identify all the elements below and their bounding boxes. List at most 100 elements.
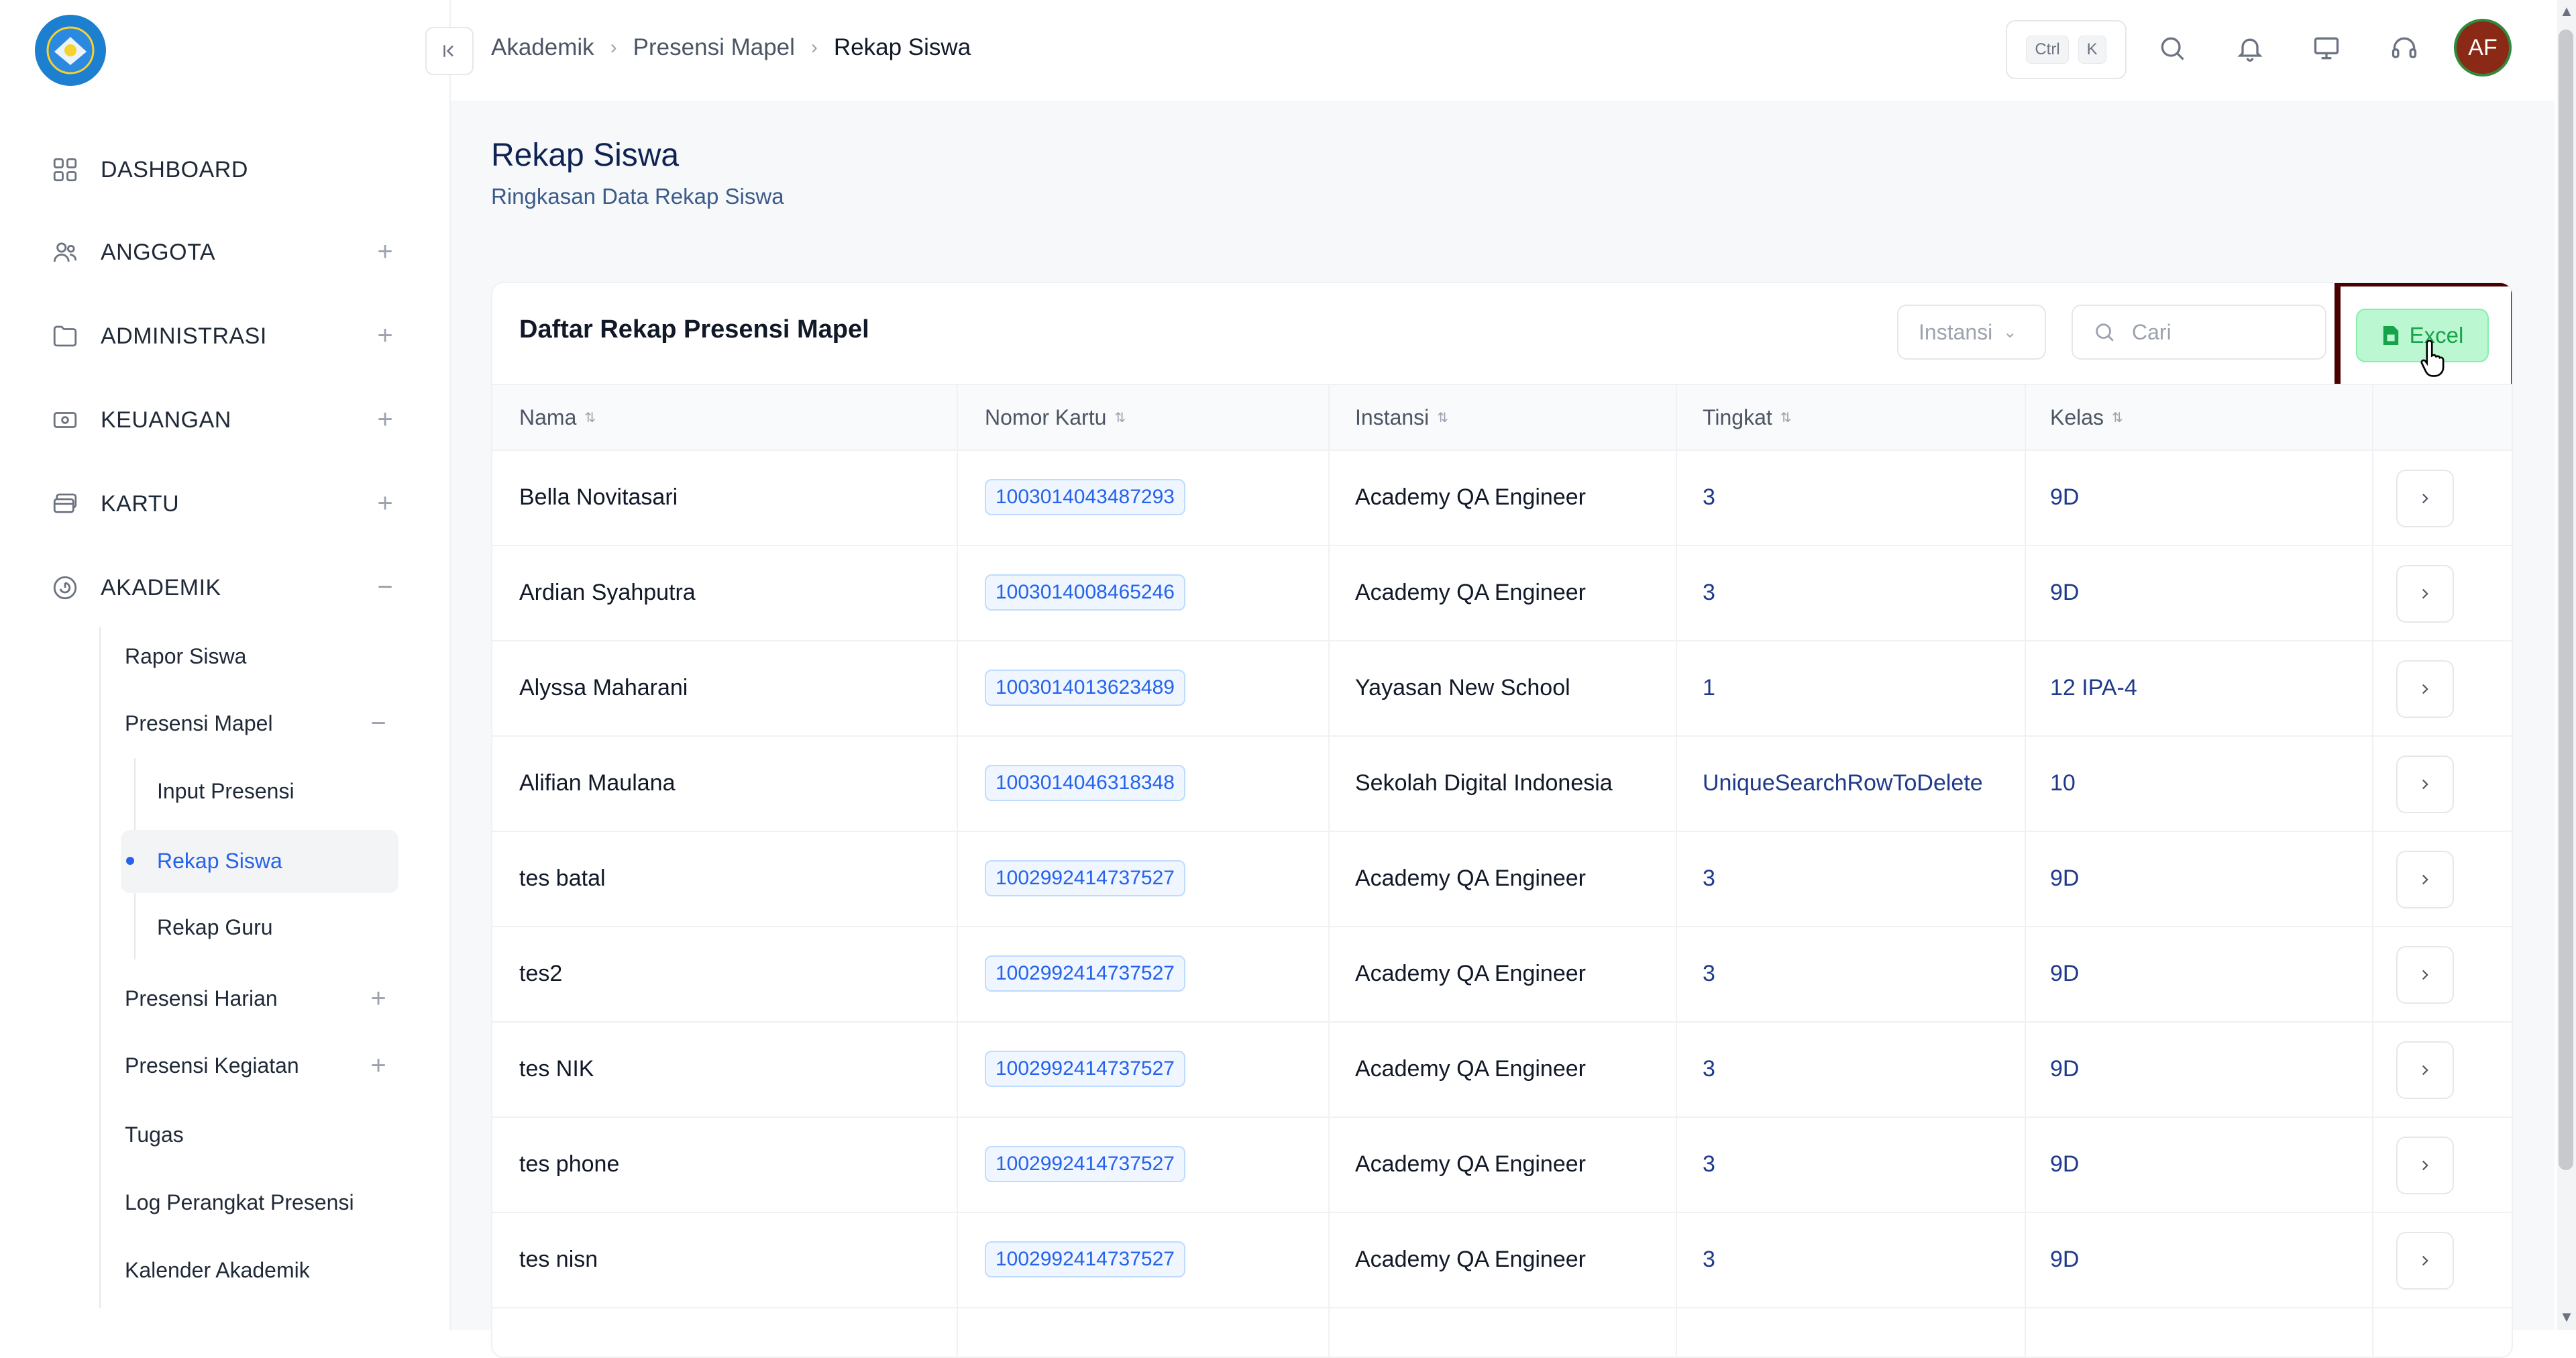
- collapse-left-icon: [443, 45, 453, 57]
- sidebar-item-administrasi[interactable]: ADMINISTRASI +: [50, 313, 398, 360]
- cell-nama: tes nisn: [519, 1246, 598, 1272]
- sidebar-subitem-tugas[interactable]: Tugas: [125, 1114, 184, 1155]
- cell-instansi: Academy QA Engineer: [1355, 579, 1586, 605]
- chevron-down-icon: ⌄: [2003, 323, 2017, 342]
- table-row[interactable]: tes phone 1002992414737527 Academy QA En…: [492, 1116, 2512, 1213]
- scrollbar-thumb[interactable]: [2559, 30, 2573, 1170]
- row-detail-button[interactable]: [2396, 565, 2454, 623]
- nomor-kartu-badge[interactable]: 1003014043487293: [985, 479, 1185, 515]
- search-icon: [2096, 323, 2114, 342]
- search-box[interactable]: [2072, 305, 2326, 360]
- expand-plus-icon[interactable]: +: [372, 406, 398, 433]
- instansi-filter-select[interactable]: Instansi ⌄: [1897, 305, 2046, 360]
- column-header-tingkat[interactable]: Tingkat ⇅: [1703, 385, 1792, 450]
- table-row[interactable]: Alyssa Maharani 1003014013623489 Yayasan…: [492, 640, 2512, 737]
- expand-plus-icon[interactable]: +: [365, 1052, 392, 1079]
- search-icon[interactable]: [2153, 30, 2191, 67]
- expand-plus-icon[interactable]: +: [365, 985, 392, 1012]
- sidebar-item-label: KARTU: [101, 490, 180, 517]
- cell-kelas: 9D: [2050, 1151, 2080, 1177]
- sidebar-subitem-presensi-kegiatan[interactable]: Presensi Kegiatan +: [125, 1045, 393, 1086]
- nomor-kartu-badge[interactable]: 1002992414737527: [985, 1051, 1185, 1087]
- cell-nama: Bella Novitasari: [519, 484, 678, 510]
- search-input[interactable]: [2131, 319, 2301, 346]
- column-header-label: Nomor Kartu: [985, 405, 1107, 429]
- sidebar-subitem-label: Log Perangkat Presensi: [125, 1190, 354, 1214]
- avatar[interactable]: AF: [2454, 19, 2512, 76]
- collapse-minus-icon[interactable]: −: [372, 574, 398, 600]
- card-icon: [50, 488, 80, 519]
- nomor-kartu-badge[interactable]: 1002992414737527: [985, 955, 1185, 992]
- table-row[interactable]: Bella Novitasari 1003014043487293 Academ…: [492, 450, 2512, 546]
- column-header-kelas[interactable]: Kelas ⇅: [2050, 385, 2123, 450]
- scroll-down-arrow-icon[interactable]: ▼: [2557, 1308, 2576, 1328]
- sidebar-subitem-presensi-harian[interactable]: Presensi Harian +: [125, 978, 393, 1018]
- collapse-minus-icon[interactable]: −: [365, 710, 392, 737]
- cell-tingkat: 3: [1703, 484, 1715, 510]
- table-row[interactable]: Ardian Syahputra 1003014008465246 Academ…: [492, 545, 2512, 641]
- nomor-kartu-badge[interactable]: 1002992414737527: [985, 860, 1185, 896]
- sidebar-subitem-label: Rekap Siswa: [157, 848, 282, 873]
- sidebar-subitem-log-perangkat[interactable]: Log Perangkat Presensi: [125, 1182, 354, 1222]
- scroll-up-arrow-icon[interactable]: ▲: [2557, 3, 2576, 23]
- sidebar-item-dashboard[interactable]: DASHBOARD: [50, 146, 398, 193]
- cell-nomor-kartu: 1002992414737527: [985, 1116, 1185, 1212]
- table-row[interactable]: tes batal 1002992414737527 Academy QA En…: [492, 831, 2512, 927]
- cell-kelas: 9D: [2050, 865, 2080, 891]
- cell-kelas: 9D: [2050, 1055, 2080, 1082]
- table-row[interactable]: tes NIK 1002992414737527 Academy QA Engi…: [492, 1021, 2512, 1118]
- chevron-right-icon: [2422, 779, 2428, 790]
- instansi-filter-label: Instansi: [1919, 319, 1993, 344]
- sidebar-item-akademik[interactable]: AKADEMIK −: [50, 564, 398, 611]
- sidebar-collapse-button[interactable]: [425, 27, 474, 75]
- sidebar-subitem-rekap-guru[interactable]: Rekap Guru: [157, 907, 273, 947]
- academic-icon: [50, 572, 80, 603]
- table-row[interactable]: Alifian Maulana 1003014046318348 Sekolah…: [492, 735, 2512, 832]
- logo[interactable]: [35, 15, 106, 86]
- nomor-kartu-badge[interactable]: 1003014013623489: [985, 670, 1185, 706]
- row-detail-button[interactable]: [2396, 1041, 2454, 1099]
- chevron-right-icon: ›: [810, 36, 818, 58]
- sidebar-item-kartu[interactable]: KARTU +: [50, 480, 398, 527]
- sidebar-subitem-input-presensi[interactable]: Input Presensi: [157, 771, 294, 811]
- row-detail-button[interactable]: [2396, 755, 2454, 813]
- row-detail-button[interactable]: [2396, 470, 2454, 527]
- users-icon: [50, 237, 80, 268]
- sidebar-subitem-rapor-siswa[interactable]: Rapor Siswa: [125, 636, 246, 676]
- sidebar-item-keuangan[interactable]: KEUANGAN +: [50, 397, 398, 443]
- expand-plus-icon[interactable]: +: [372, 238, 398, 265]
- row-detail-button[interactable]: [2396, 1137, 2454, 1194]
- sidebar-subitem-presensi-mapel[interactable]: Presensi Mapel −: [125, 703, 393, 743]
- row-detail-button[interactable]: [2396, 946, 2454, 1004]
- row-detail-button[interactable]: [2396, 1232, 2454, 1290]
- breadcrumb-item[interactable]: Presensi Mapel: [633, 34, 795, 61]
- card-title: Daftar Rekap Presensi Mapel: [519, 315, 869, 344]
- cell-kelas: 9D: [2050, 579, 2080, 605]
- column-header-nama[interactable]: Nama ⇅: [519, 385, 596, 450]
- expand-plus-icon[interactable]: +: [372, 322, 398, 349]
- nomor-kartu-badge[interactable]: 1002992414737527: [985, 1146, 1185, 1182]
- table-row[interactable]: tes nisn 1002992414737527 Academy QA Eng…: [492, 1212, 2512, 1308]
- nomor-kartu-badge[interactable]: 1003014046318348: [985, 765, 1185, 801]
- chevron-right-icon: [2422, 1255, 2428, 1266]
- row-detail-button[interactable]: [2396, 660, 2454, 718]
- column-header-label: Instansi: [1355, 405, 1430, 429]
- expand-plus-icon[interactable]: +: [372, 490, 398, 517]
- cell-tingkat: 3: [1703, 1246, 1715, 1272]
- sidebar-subitem-kalender[interactable]: Kalender Akademik: [125, 1250, 310, 1290]
- table-row[interactable]: tes2 1002992414737527 Academy QA Enginee…: [492, 926, 2512, 1023]
- nomor-kartu-badge[interactable]: 1003014008465246: [985, 574, 1185, 611]
- nomor-kartu-badge[interactable]: 1002992414737527: [985, 1241, 1185, 1277]
- monitor-icon[interactable]: [2308, 30, 2345, 67]
- sidebar-subitem-rekap-siswa[interactable]: Rekap Siswa: [126, 841, 282, 881]
- headset-icon[interactable]: [2385, 30, 2423, 67]
- cell-tingkat: UniqueSearchRowToDelete: [1703, 770, 1983, 796]
- sidebar-item-anggota[interactable]: ANGGOTA +: [50, 229, 398, 276]
- column-header-instansi[interactable]: Instansi ⇅: [1355, 385, 1448, 450]
- breadcrumb-item[interactable]: Akademik: [491, 34, 594, 61]
- bell-icon[interactable]: [2231, 30, 2269, 67]
- row-detail-button[interactable]: [2396, 851, 2454, 908]
- command-palette-shortcut[interactable]: Ctrl K: [2006, 20, 2127, 79]
- breadcrumb: Akademik › Presensi Mapel › Rekap Siswa: [491, 31, 971, 64]
- column-header-nomor-kartu[interactable]: Nomor Kartu ⇅: [985, 385, 1126, 450]
